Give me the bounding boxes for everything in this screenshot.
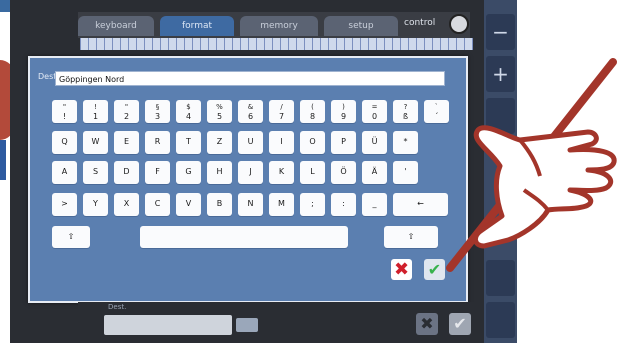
keyboard-key[interactable]: I: [269, 131, 294, 154]
tab-memory[interactable]: memory: [240, 16, 318, 36]
tab-format[interactable]: format: [160, 16, 234, 36]
keyboard-key[interactable]: ;: [300, 193, 325, 216]
lower-confirm-button[interactable]: ✔: [449, 313, 471, 335]
key-glyph: 1: [92, 112, 99, 121]
key-glyph: 8: [309, 112, 316, 121]
keyboard-key[interactable]: Ö: [331, 161, 356, 184]
keyboard-key[interactable]: T: [176, 131, 201, 154]
keyboard-key[interactable]: Z: [207, 131, 232, 154]
lower-destination-field[interactable]: [104, 315, 232, 335]
control-label: control: [404, 18, 436, 28]
lower-cancel-button[interactable]: ✖: [416, 313, 438, 335]
arrow-button[interactable]: [486, 302, 515, 338]
keyboard-key[interactable]: Q: [52, 131, 77, 154]
key-shift-glyph: %: [216, 103, 223, 111]
key-shift-glyph: ): [342, 103, 345, 111]
keyboard-key[interactable]: L: [300, 161, 325, 184]
keyboard-key[interactable]: Y: [83, 193, 108, 216]
destination-input[interactable]: Göppingen Nord: [55, 71, 445, 86]
keyboard-key[interactable]: :: [331, 193, 356, 216]
key-glyph: 3: [154, 112, 161, 121]
keyboard-key[interactable]: G: [176, 161, 201, 184]
keyboard-key[interactable]: S: [83, 161, 108, 184]
keyboard-key[interactable]: D: [114, 161, 139, 184]
key-glyph: 6: [247, 112, 254, 121]
key-shift-glyph: =: [371, 103, 378, 111]
keyboard-key[interactable]: Ä: [362, 161, 387, 184]
ruler: [80, 38, 473, 50]
keyboard-key[interactable]: J: [238, 161, 263, 184]
keyboard-key[interactable]: /7: [269, 100, 294, 123]
keyboard-key[interactable]: B: [207, 193, 232, 216]
cancel-button[interactable]: ✖: [391, 259, 412, 280]
keyboard-key[interactable]: K: [269, 161, 294, 184]
key-glyph: !: [62, 112, 67, 121]
keyboard-key[interactable]: " 2: [114, 100, 139, 123]
keyboard-key[interactable]: N: [238, 193, 263, 216]
key-glyph: 4: [185, 112, 192, 121]
key-glyph: 9: [340, 112, 347, 121]
key-shift-glyph: !: [94, 103, 97, 111]
keyboard-key[interactable]: ': [393, 161, 418, 184]
key-shift-glyph: ?: [403, 103, 408, 111]
keyboard-key[interactable]: W: [83, 131, 108, 154]
keyboard-key[interactable]: A: [52, 161, 77, 184]
key-glyph: 2: [123, 112, 130, 121]
keyboard-key[interactable]: R: [145, 131, 170, 154]
hand-pen-icon: [446, 58, 617, 272]
key-shift-glyph: ": [62, 103, 67, 111]
key-shift-glyph: ": [124, 103, 129, 111]
keyboard-key[interactable]: C: [145, 193, 170, 216]
keyboard-key[interactable]: F: [145, 161, 170, 184]
keyboard-key[interactable]: V: [176, 193, 201, 216]
left-accent: [0, 140, 6, 180]
key-glyph: 7: [278, 112, 285, 121]
keyboard-key[interactable]: & 6: [238, 100, 263, 123]
keyboard-key[interactable]: _: [362, 193, 387, 216]
space-key[interactable]: [140, 226, 348, 248]
keyboard-key[interactable]: "!: [52, 100, 77, 123]
keyboard-key[interactable]: % 5: [207, 100, 232, 123]
control-knob[interactable]: [449, 14, 469, 34]
key-shift-glyph: /: [280, 103, 283, 111]
keyboard-key[interactable]: M: [269, 193, 294, 216]
key-shift-glyph: (: [311, 103, 314, 111]
keyboard-key[interactable]: P: [331, 131, 356, 154]
keyboard-key[interactable]: = 0: [362, 100, 387, 123]
key-glyph: 0: [371, 112, 378, 121]
keyboard-key[interactable]: ? ß: [393, 100, 418, 123]
keyboard-key[interactable]: *: [393, 131, 418, 154]
keyboard-icon[interactable]: [236, 318, 258, 332]
keyboard-key[interactable]: $4: [176, 100, 201, 123]
key-glyph: 5: [216, 112, 223, 121]
keyboard-key[interactable]: ! 1: [83, 100, 108, 123]
tab-keyboard[interactable]: keyboard: [78, 16, 154, 36]
key-shift-glyph: &: [247, 103, 254, 111]
shift-left-key[interactable]: ⇧: [52, 226, 90, 248]
lower-field-label: Dest.: [108, 303, 127, 311]
tab-setup[interactable]: setup: [324, 16, 398, 36]
keyboard-key[interactable]: Ü: [362, 131, 387, 154]
key-shift-glyph: $: [186, 103, 191, 111]
keyboard-key[interactable]: ) 9: [331, 100, 356, 123]
key-shift-glyph: §: [155, 103, 160, 111]
key-glyph: ß: [402, 112, 409, 121]
keyboard-key[interactable]: >: [52, 193, 77, 216]
keyboard-key[interactable]: X: [114, 193, 139, 216]
keyboard-key[interactable]: E: [114, 131, 139, 154]
keyboard-key[interactable]: O: [300, 131, 325, 154]
screenshot-stage: keyboard format memory setup control − +…: [0, 0, 627, 343]
keyboard-key[interactable]: (8: [300, 100, 325, 123]
keyboard-key[interactable]: § 3: [145, 100, 170, 123]
keyboard-key[interactable]: U: [238, 131, 263, 154]
keyboard-key[interactable]: H: [207, 161, 232, 184]
